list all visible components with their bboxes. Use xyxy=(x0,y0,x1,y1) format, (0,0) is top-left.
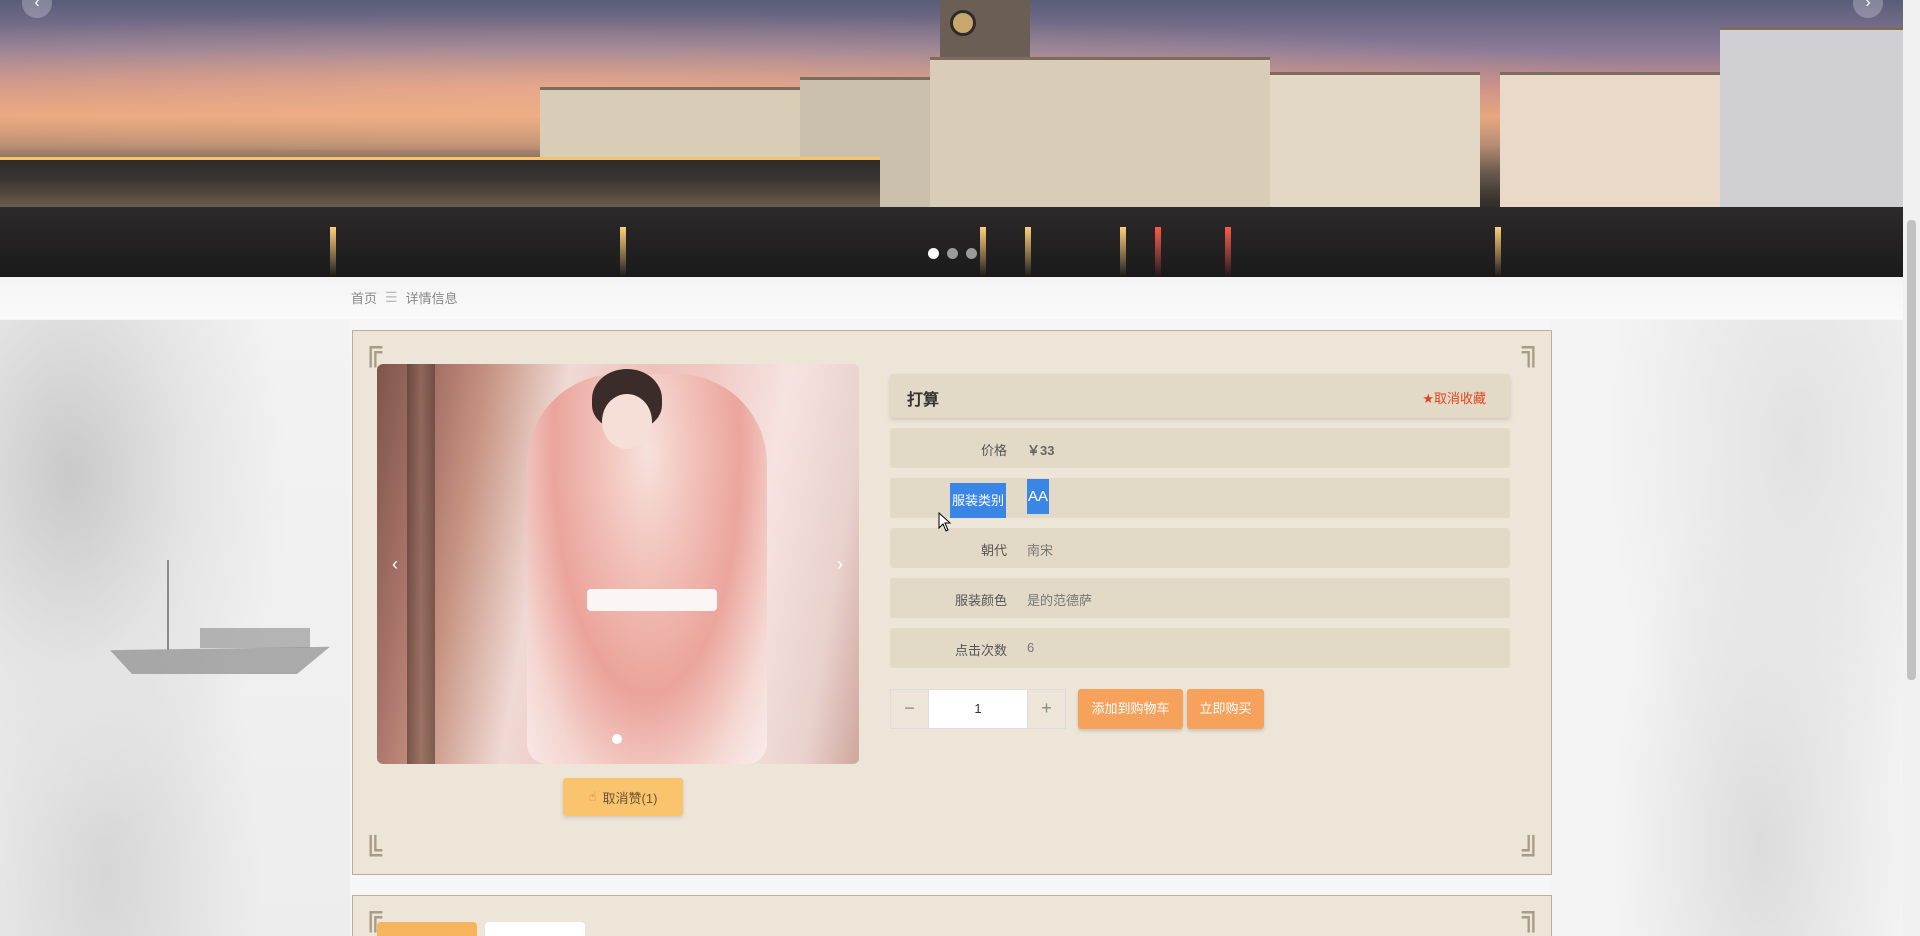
breadcrumb-separator-icon: ☰ xyxy=(385,289,398,305)
buy-now-button[interactable]: 立即购买 xyxy=(1187,689,1264,729)
scrollbar-thumb[interactable] xyxy=(1907,220,1916,680)
banner-building xyxy=(1720,27,1903,207)
boat-cabin xyxy=(200,628,310,648)
price-label: 价格 xyxy=(980,443,1007,458)
banner-reflection xyxy=(1025,227,1031,277)
info-row-price: 价格 ￥33 xyxy=(890,428,1510,468)
chevron-right-icon[interactable]: › xyxy=(830,554,850,575)
minus-icon[interactable]: − xyxy=(890,689,929,729)
unlike-label: 取消赞(1) xyxy=(602,790,658,806)
chevron-left-icon[interactable]: ‹ xyxy=(385,554,405,575)
banner-reflection xyxy=(1155,227,1161,277)
price-value: ￥33 xyxy=(1027,443,1055,458)
category-label-wrap: 服装类别 xyxy=(950,483,1007,518)
unlike-button[interactable]: ☝ 取消赞(1) xyxy=(563,778,683,816)
banner-building xyxy=(930,57,1270,207)
banner-dot[interactable] xyxy=(966,248,977,259)
image-face xyxy=(602,394,652,449)
banner-carousel[interactable]: ‹ › xyxy=(0,0,1903,277)
product-detail-panel: ╔ ╗ ╚ ╝ ‹ › ☝ 取消赞(1) 打算 ★取消收藏 价格 ￥33 服装类… xyxy=(352,330,1552,875)
image-tree-trunk xyxy=(407,364,435,764)
banner-reflection xyxy=(330,227,336,277)
info-row-color: 服装颜色 是的范德萨 xyxy=(890,578,1510,618)
info-row-category: 服装类别 AA xyxy=(890,478,1510,518)
banner-reflection xyxy=(620,227,626,277)
clicks-value: 6 xyxy=(1027,640,1035,655)
breadcrumb-bar: 首页 ☰ 详情信息 xyxy=(0,277,1903,319)
mouse-cursor-icon xyxy=(938,512,952,532)
boat-mast xyxy=(167,560,169,650)
banner-building xyxy=(1500,72,1720,207)
background-ink-painting-right xyxy=(1550,320,1903,936)
banner-reflection xyxy=(1225,227,1231,277)
breadcrumb-home[interactable]: 首页 xyxy=(351,288,377,307)
category-label: 服装类别 xyxy=(950,483,1007,518)
product-title: 打算 xyxy=(907,392,940,409)
breadcrumb-current: 详情信息 xyxy=(405,291,458,306)
product-tabs-panel: ╔ ╗ xyxy=(352,895,1552,936)
banner-building xyxy=(1270,72,1480,207)
image-sash xyxy=(587,589,717,611)
clicks-label: 点击次数 xyxy=(954,643,1007,658)
banner-water xyxy=(0,207,1903,277)
category-value-wrap: AA xyxy=(1027,479,1050,514)
page-scrollbar[interactable] xyxy=(1903,0,1920,936)
plus-icon[interactable]: + xyxy=(1027,689,1066,729)
banner-dot[interactable] xyxy=(928,248,939,259)
info-row-clicks: 点击次数 6 xyxy=(890,628,1510,668)
tab-details[interactable] xyxy=(377,922,477,936)
corner-ornament-icon: ╚ xyxy=(363,836,383,871)
banner-dot[interactable] xyxy=(947,248,958,259)
color-value: 是的范德萨 xyxy=(1027,593,1093,608)
dynasty-label: 朝代 xyxy=(980,543,1007,558)
banner-bridge xyxy=(0,157,880,207)
tab-comments[interactable] xyxy=(485,922,585,936)
quantity-input[interactable]: 1 xyxy=(929,689,1027,729)
carousel-dot[interactable] xyxy=(612,734,622,744)
banner-reflection xyxy=(1120,227,1126,277)
unfavorite-button[interactable]: ★取消收藏 xyxy=(1422,388,1486,407)
add-to-cart-button[interactable]: 添加到购物车 xyxy=(1078,689,1183,729)
thumbs-up-icon: ☝ xyxy=(588,789,597,804)
banner-indicators xyxy=(928,248,977,259)
product-image-carousel[interactable]: ‹ › xyxy=(377,364,859,764)
color-label: 服装颜色 xyxy=(954,593,1007,608)
corner-ornament-icon: ╝ xyxy=(1521,836,1541,871)
corner-ornament-icon: ╗ xyxy=(1521,898,1541,933)
breadcrumb: 首页 ☰ 详情信息 xyxy=(351,288,458,307)
corner-ornament-icon: ╗ xyxy=(1521,333,1541,368)
banner-reflection xyxy=(980,227,986,277)
dynasty-value: 南宋 xyxy=(1027,543,1054,558)
quantity-stepper: − 1 + xyxy=(890,689,1066,729)
info-row-dynasty: 朝代 南宋 xyxy=(890,528,1510,568)
banner-reflection xyxy=(1495,227,1501,277)
product-title-row: 打算 ★取消收藏 xyxy=(890,374,1510,418)
category-value: AA xyxy=(1027,479,1050,514)
